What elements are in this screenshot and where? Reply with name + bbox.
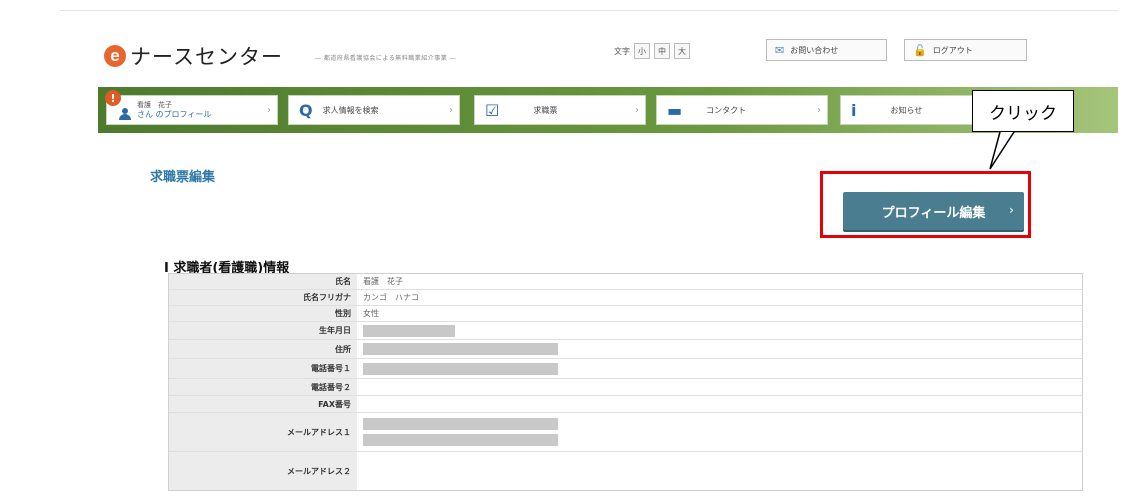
table-row: FAX番号 xyxy=(169,396,1082,413)
nav-application-form[interactable]: ☑ 求職票 › xyxy=(474,95,646,125)
row-label: 氏名 xyxy=(169,274,357,289)
search-icon: Q xyxy=(299,100,313,120)
row-label: 住所 xyxy=(169,340,357,358)
redacted-value xyxy=(363,434,558,446)
redacted-value xyxy=(363,343,558,355)
table-row: メールアドレス１ xyxy=(169,413,1082,452)
contact-us-label: お問い合わせ xyxy=(790,45,839,55)
nav-contact-label: コンタクト xyxy=(706,105,747,115)
row-value xyxy=(357,340,1082,358)
table-row: 性別 女性 xyxy=(169,306,1082,322)
nav-job-search-label: 求人情報を検索 xyxy=(322,105,379,115)
edit-icon: ☑ xyxy=(485,100,500,120)
chevron-right-icon: › xyxy=(449,105,453,116)
nav-notices-label: お知らせ xyxy=(890,105,923,115)
row-label: 生年月日 xyxy=(169,322,357,339)
table-row: メールアドレス２ xyxy=(169,452,1082,490)
info-icon: i xyxy=(851,100,857,120)
contact-us-button[interactable]: ✉ お問い合わせ xyxy=(766,39,887,61)
row-label: 氏名フリガナ xyxy=(169,290,357,305)
logo-mark-icon: e xyxy=(104,45,126,67)
highlight-frame xyxy=(820,171,1031,238)
mail-icon: ✉ xyxy=(775,43,785,57)
row-value xyxy=(357,452,1082,490)
row-value: 女性 xyxy=(363,309,379,318)
logo-text: ナースセンター xyxy=(130,45,283,69)
font-size-switcher: 文字 小 中 大 xyxy=(614,43,690,59)
logout-button[interactable]: 🔓 ログアウト xyxy=(904,39,1027,61)
table-row: 生年月日 xyxy=(169,322,1082,340)
profile-text: 看護 花子 さん のプロフィール xyxy=(137,100,211,120)
callout-tail-icon xyxy=(989,131,1015,170)
row-value xyxy=(357,396,1082,412)
row-value xyxy=(357,359,1082,378)
chevron-right-icon: › xyxy=(817,105,821,116)
click-callout: クリック xyxy=(972,90,1074,132)
page: e ナースセンター ― 都道府県看護協会による無料職業紹介事業 ― 文字 小 中… xyxy=(60,10,1118,503)
nav-application-form-label: 求職票 xyxy=(533,105,558,115)
row-label: メールアドレス２ xyxy=(169,452,357,490)
row-value: 看護 花子 xyxy=(363,277,403,286)
chevron-right-icon: › xyxy=(635,105,639,116)
tagline: ― 都道府県看護協会による無料職業紹介事業 ― xyxy=(315,55,457,62)
row-label: FAX番号 xyxy=(169,396,357,412)
profile-link: さん のプロフィール xyxy=(137,110,212,119)
page-title: 求職票編集 xyxy=(150,170,216,185)
font-size-large-button[interactable]: 大 xyxy=(674,43,690,59)
redacted-value xyxy=(363,362,558,375)
row-label: メールアドレス１ xyxy=(169,413,357,451)
nav-contact[interactable]: ▬ コンタクト › xyxy=(656,95,828,125)
font-size-small-button[interactable]: 小 xyxy=(634,43,650,59)
row-value xyxy=(357,379,1082,395)
row-value xyxy=(357,322,1082,339)
logout-label: ログアウト xyxy=(932,45,973,55)
chevron-right-icon: › xyxy=(267,105,271,116)
person-icon xyxy=(119,108,131,120)
chat-icon: ▬ xyxy=(667,100,683,120)
unlock-icon: 🔓 xyxy=(913,43,927,57)
font-size-medium-button[interactable]: 中 xyxy=(654,43,670,59)
main-nav: ! 看護 花子 さん のプロフィール › Q 求人情報を検索 › ☑ 求職票 ›… xyxy=(98,87,1118,133)
table-row: 住所 xyxy=(169,340,1082,359)
site-logo[interactable]: e ナースセンター xyxy=(104,41,283,71)
nav-profile[interactable]: ! 看護 花子 さん のプロフィール › xyxy=(105,90,278,125)
row-label: 電話番号２ xyxy=(169,379,357,395)
table-row: 電話番号１ xyxy=(169,359,1082,379)
row-label: 性別 xyxy=(169,306,357,321)
font-size-label: 文字 xyxy=(614,46,630,56)
table-row: 電話番号２ xyxy=(169,379,1082,396)
row-value: カンゴ ハナコ xyxy=(363,293,419,302)
row-label: 電話番号１ xyxy=(169,359,357,378)
redacted-value xyxy=(363,418,558,430)
nav-job-search[interactable]: Q 求人情報を検索 › xyxy=(288,95,460,125)
alert-badge: ! xyxy=(105,90,121,106)
row-value xyxy=(357,413,1082,451)
table-row: 氏名フリガナ カンゴ ハナコ xyxy=(169,290,1082,306)
table-row: 氏名 看護 花子 xyxy=(169,274,1082,290)
profile-name: 看護 花子 xyxy=(137,101,172,109)
redacted-value xyxy=(363,324,455,337)
applicant-info-table: 氏名 看護 花子 氏名フリガナ カンゴ ハナコ 性別 女性 生年月日 住所 電話… xyxy=(168,273,1083,491)
